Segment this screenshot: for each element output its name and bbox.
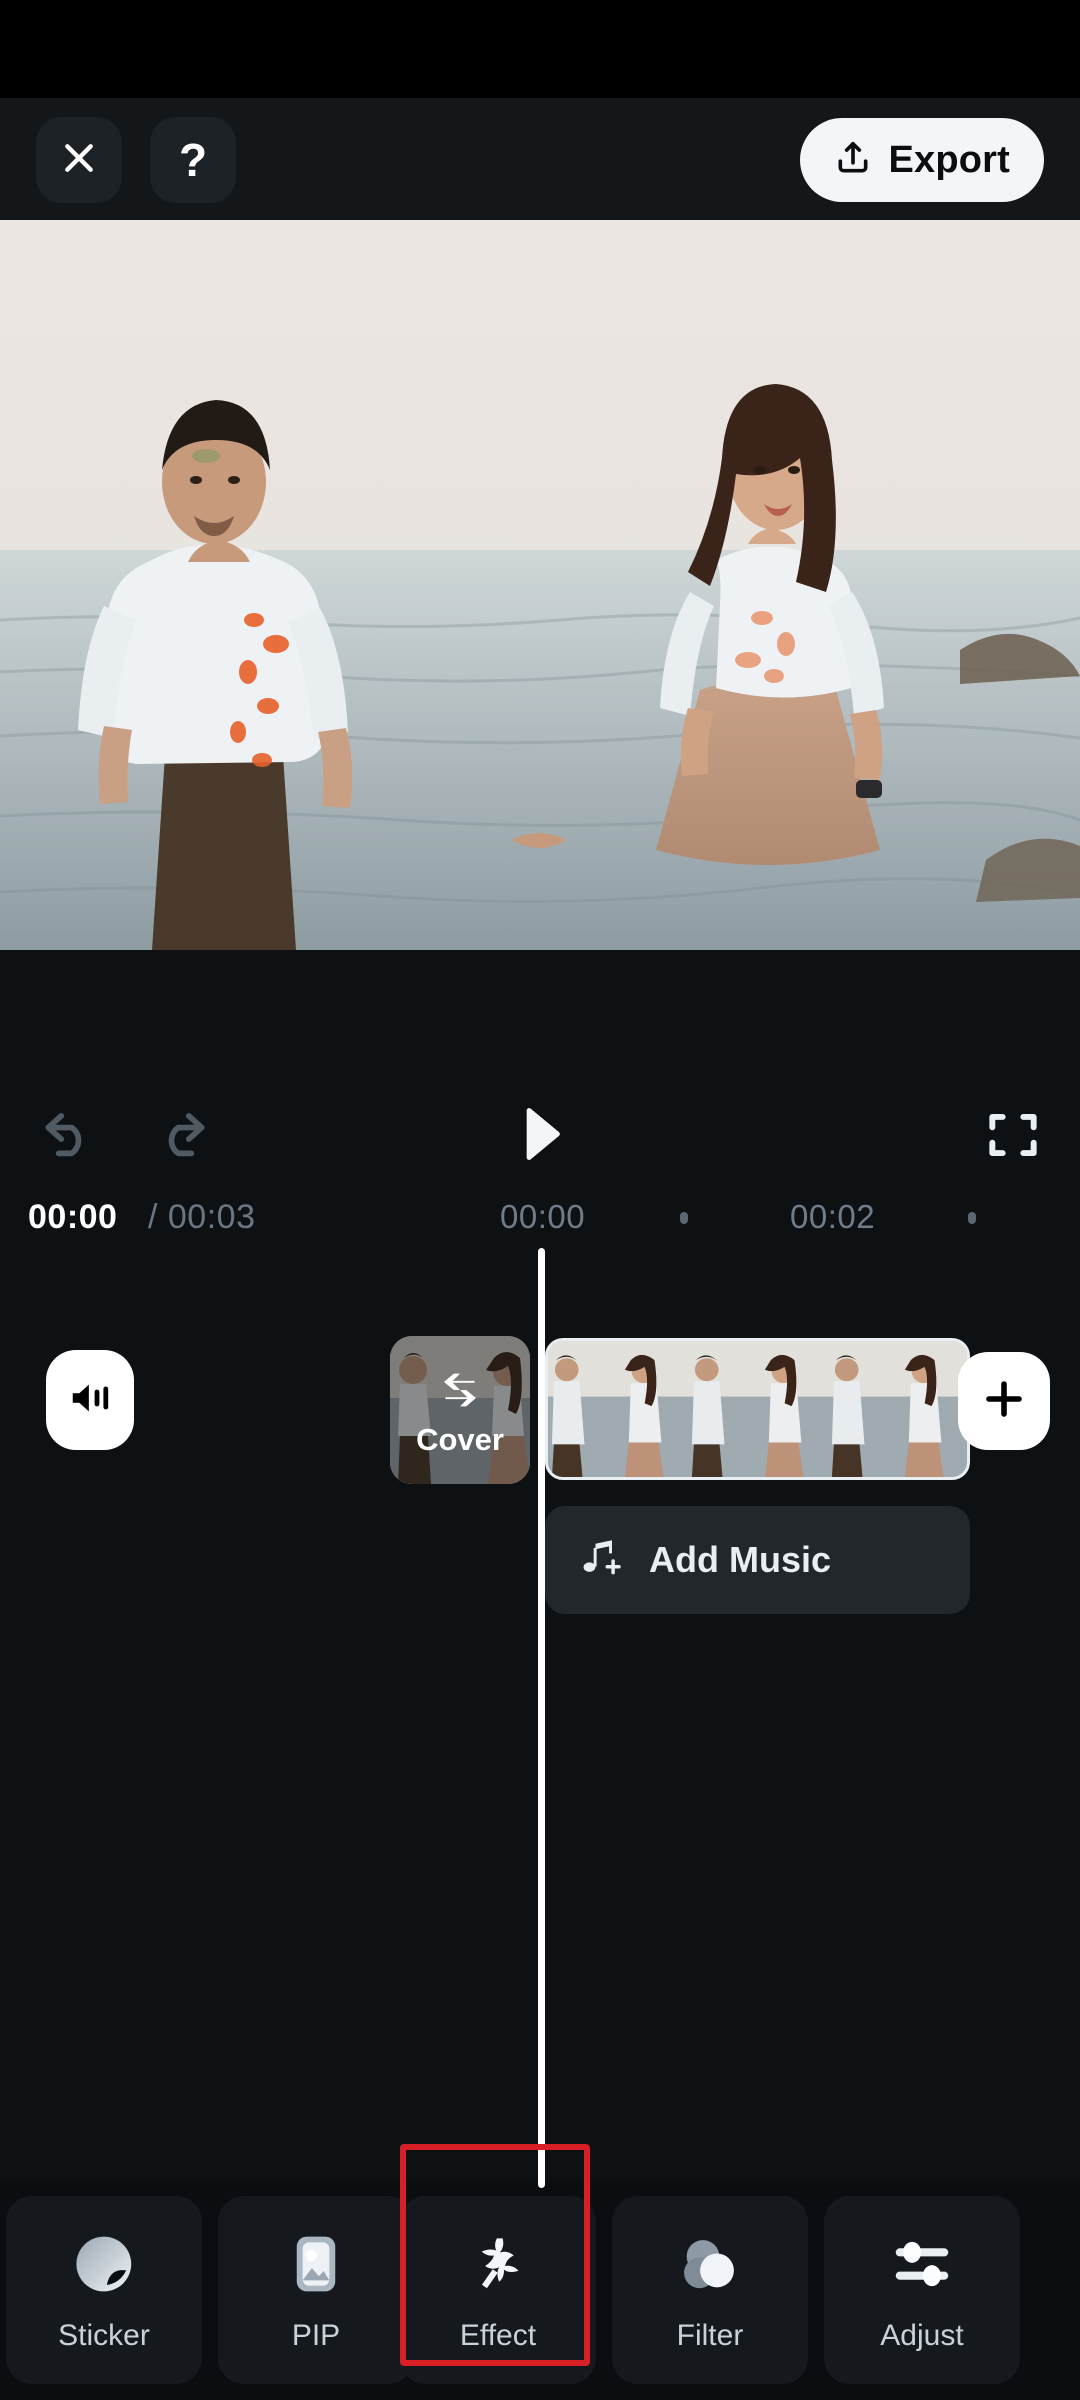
- ruler-tick-label-0: 00:00: [500, 1198, 586, 1235]
- fullscreen-button[interactable]: [974, 1100, 1052, 1174]
- picture-in-picture-icon: [281, 2227, 351, 2301]
- tool-filter[interactable]: Filter: [612, 2196, 808, 2384]
- video-preview[interactable]: [0, 220, 1080, 950]
- cover-thumbnail-button[interactable]: Cover: [390, 1336, 530, 1484]
- redo-arrow-icon: [150, 1103, 212, 1170]
- playhead-indicator[interactable]: [538, 1248, 545, 2188]
- undo-button[interactable]: [24, 1098, 114, 1174]
- clip-filmstrip: [548, 1341, 967, 1477]
- preview-image: [0, 220, 1080, 950]
- music-note-plus-icon: [579, 1536, 623, 1585]
- magic-wand-star-icon: [463, 2227, 533, 2301]
- export-button[interactable]: Export: [800, 118, 1044, 202]
- redo-button[interactable]: [136, 1098, 226, 1174]
- top-toolbar: ? Export: [0, 98, 1080, 220]
- volume-button[interactable]: [46, 1350, 134, 1450]
- fullscreen-expand-icon: [982, 1104, 1044, 1171]
- undo-arrow-icon: [38, 1103, 100, 1170]
- close-x-icon: [59, 138, 99, 183]
- question-mark-icon: ?: [178, 134, 208, 186]
- tool-filter-label: Filter: [676, 2319, 744, 2352]
- video-clip-track[interactable]: [545, 1338, 970, 1480]
- plus-icon: [980, 1375, 1028, 1428]
- upload-icon: [834, 139, 872, 182]
- help-button[interactable]: ?: [150, 117, 236, 203]
- swap-arrows-icon: [390, 1370, 530, 1410]
- bottom-toolbar: Sticker PIP Effect Filter Adjust: [0, 2180, 1080, 2400]
- tool-effect-label: Effect: [459, 2319, 537, 2352]
- ruler-tick-dot-3: [968, 1212, 976, 1224]
- tool-pip[interactable]: PIP: [218, 2196, 414, 2384]
- tool-pip-label: PIP: [291, 2319, 341, 2352]
- play-triangle-icon: [508, 1099, 572, 1174]
- tool-effect[interactable]: Effect: [400, 2196, 596, 2384]
- add-music-button[interactable]: Add Music: [545, 1506, 970, 1614]
- export-label: Export: [888, 138, 1010, 181]
- tool-adjust-label: Adjust: [880, 2319, 964, 2352]
- cover-thumbnail-overlay: [390, 1336, 530, 1484]
- video-editor-screen: ? Export 00:00 / 00:03 00:00 00:02 Cover…: [0, 0, 1080, 2400]
- add-music-label: Add Music: [649, 1539, 832, 1580]
- tool-sticker-label: Sticker: [58, 2319, 150, 2352]
- current-time-label: 00:00: [28, 1198, 118, 1236]
- filter-circles-icon: [675, 2227, 745, 2301]
- total-time-label: / 00:03: [148, 1198, 256, 1236]
- ruler-tick-dot-1: [680, 1212, 688, 1224]
- add-clip-button[interactable]: [958, 1352, 1050, 1450]
- sticker-peel-icon: [69, 2227, 139, 2301]
- play-button[interactable]: [495, 1094, 585, 1178]
- close-button[interactable]: [36, 117, 122, 203]
- transport-controls: [0, 1080, 1080, 1190]
- tool-adjust[interactable]: Adjust: [824, 2196, 1020, 2384]
- adjust-sliders-icon: [887, 2227, 957, 2301]
- ruler-tick-label-2: 00:02: [790, 1198, 876, 1235]
- cover-label: Cover: [416, 1422, 504, 1457]
- volume-speaker-icon: [65, 1375, 115, 1426]
- status-bar-strip: [0, 0, 1080, 98]
- tool-sticker[interactable]: Sticker: [6, 2196, 202, 2384]
